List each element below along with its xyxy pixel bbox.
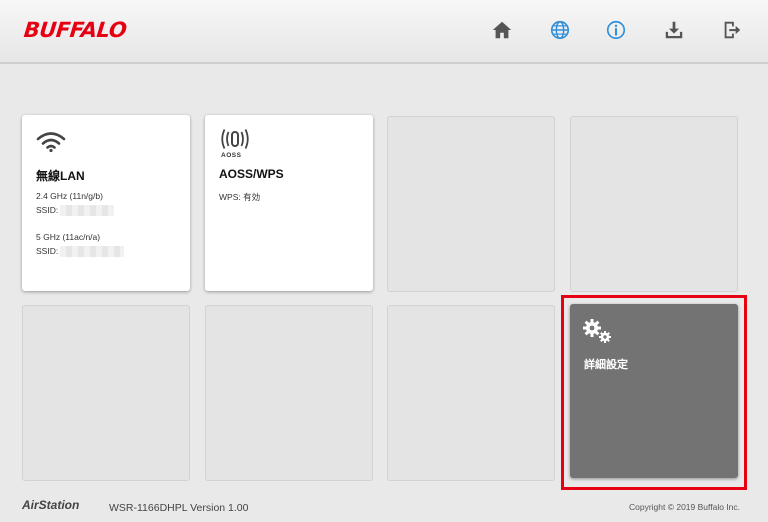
advanced-settings-tile[interactable]: 詳細設定	[570, 304, 738, 478]
firmware-download-button[interactable]	[662, 18, 686, 42]
ssid-24ghz-label: SSID:	[36, 205, 59, 215]
buffalo-logo: BUFFALO	[22, 18, 128, 42]
aoss-wps-tile[interactable]: AOSS AOSS/WPS WPS: 有効	[205, 115, 373, 291]
wifi-icon	[36, 132, 66, 153]
home-icon	[492, 21, 512, 39]
download-icon	[665, 21, 683, 39]
header-bar: BUFFALO	[0, 0, 768, 64]
ssid-5ghz-row: SSID:	[36, 246, 125, 258]
logout-icon	[724, 21, 741, 39]
model-version-label: WSR-1166DHPL Version 1.00	[109, 502, 249, 514]
wireless-lan-tile[interactable]: 無線LAN 2.4 GHz (11n/g/b) SSID: 5 GHz (11a…	[22, 115, 190, 291]
empty-tile-r2c2	[205, 305, 373, 481]
empty-tile-r2c3	[387, 305, 555, 481]
gears-icon	[583, 319, 611, 343]
home-button[interactable]	[490, 18, 514, 42]
copyright-label: Copyright © 2019 Buffalo Inc.	[628, 502, 740, 512]
aoss-badge-label: AOSS	[221, 152, 242, 159]
info-icon	[606, 20, 626, 40]
aoss-signal-icon	[221, 129, 249, 149]
band-5ghz-label: 5 GHz (11ac/n/a)	[36, 232, 101, 242]
wps-status-label: WPS: 有効	[219, 192, 261, 202]
wireless-lan-title: 無線LAN	[36, 169, 85, 183]
ssid-24ghz-row: SSID:	[36, 205, 115, 217]
info-button[interactable]	[604, 18, 628, 42]
empty-tile-r1c4	[570, 116, 738, 292]
ssid-5ghz-label: SSID:	[36, 246, 59, 256]
aoss-wps-title: AOSS/WPS	[219, 167, 284, 181]
ssid-24ghz-redacted	[60, 205, 115, 217]
advanced-settings-title: 詳細設定	[584, 359, 628, 371]
airstation-logo: AirStation	[22, 498, 80, 512]
empty-tile-r2c1	[22, 305, 190, 481]
globe-icon	[550, 20, 570, 40]
band-24ghz-label: 2.4 GHz (11n/g/b)	[36, 191, 103, 201]
empty-tile-r1c3	[387, 116, 555, 292]
ssid-5ghz-redacted	[60, 246, 125, 258]
logout-button[interactable]	[720, 18, 744, 42]
internet-button[interactable]	[548, 18, 572, 42]
